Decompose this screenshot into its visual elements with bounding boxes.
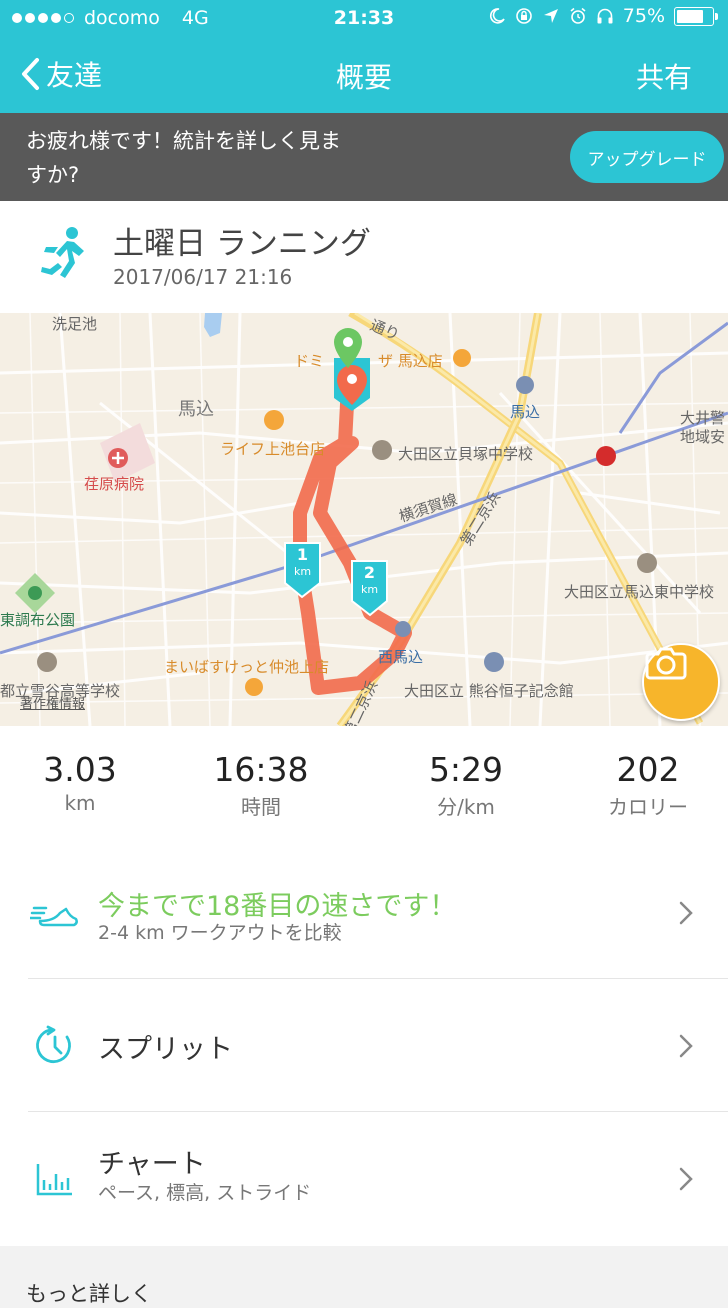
chevron-right-icon xyxy=(679,901,693,925)
battery-percentage: 75% xyxy=(622,5,665,27)
stat-value: 5:29 xyxy=(428,750,504,789)
rotation-lock-icon xyxy=(515,8,532,24)
activity-datetime: 2017/06/17 21:16 xyxy=(113,265,293,289)
upgrade-button[interactable]: アップグレード xyxy=(570,131,724,183)
status-bar: docomo 4G 21:33 75% xyxy=(0,0,728,36)
map-label: ライフ上池台店 xyxy=(220,440,326,458)
map-label: 馬込 xyxy=(178,399,214,420)
map-label: 東調布公園 xyxy=(0,611,76,629)
headphones-icon xyxy=(597,8,613,24)
map-label: 大井警 xyxy=(680,409,726,427)
location-arrow-icon xyxy=(543,9,558,23)
stat-value: 202 xyxy=(616,750,680,789)
stat-pace: 5:29 分/km xyxy=(386,750,546,820)
upgrade-banner: お疲れ様です！統計を詳しく見ますか? アップグレード xyxy=(0,113,728,201)
stopwatch-icon xyxy=(36,1025,71,1063)
running-person-icon xyxy=(41,227,84,278)
stat-unit: 分/km xyxy=(437,795,495,819)
battery-icon xyxy=(674,6,718,26)
finish-pin xyxy=(334,358,370,411)
stat-unit: km xyxy=(64,791,96,815)
km-marker-number: 2 xyxy=(363,563,376,582)
camera-icon xyxy=(645,647,687,680)
upgrade-message: お疲れ様です！統計を詳しく見ますか? xyxy=(26,129,341,187)
moon-icon xyxy=(489,8,505,24)
page-title: 概要 xyxy=(335,61,392,94)
list-item-chart[interactable]: チャート ペース, 標高, ストライド xyxy=(0,1112,728,1245)
bar-chart-icon xyxy=(36,1164,72,1196)
workout-stats: 3.03 km 16:38 時間 5:29 分/km 202 カロリー xyxy=(0,726,728,846)
running-shoe-icon xyxy=(30,906,78,927)
map-label: 大田区立 熊谷恒子記念館 xyxy=(404,682,574,700)
navigation-bar: 友達 概要 共有 xyxy=(0,36,728,113)
map-canvas xyxy=(0,313,728,726)
compare-subtitle: 2-4 km ワークアウトを比較 xyxy=(98,922,342,944)
map-label: 馬込 xyxy=(510,403,541,421)
chart-subtitle: ペース, 標高, ストライド xyxy=(98,1182,312,1204)
stat-value: 16:38 xyxy=(213,750,309,789)
activity-header: 土曜日 ランニング 2017/06/17 21:16 xyxy=(0,201,728,313)
stat-calories: 202 カロリー xyxy=(568,750,728,820)
stat-unit: カロリー xyxy=(608,795,688,819)
chevron-right-icon xyxy=(679,1034,693,1058)
detail-list: 今までで18番目の速さです！ 2-4 km ワークアウトを比較 スプリット チャ… xyxy=(0,846,728,1246)
km-marker-unit: km xyxy=(360,583,379,596)
splits-title: スプリット xyxy=(98,1034,233,1065)
map-label: ドミ xyxy=(294,352,325,370)
activity-title: 土曜日 ランニング xyxy=(113,226,371,262)
alarm-icon xyxy=(570,7,586,24)
km-marker-number: 1 xyxy=(296,545,309,564)
map-label: 大田区立貝塚中学校 xyxy=(398,445,534,463)
share-button[interactable]: 共有 xyxy=(636,56,692,96)
map-label: 地域安 xyxy=(680,428,726,446)
more-section: もっと詳しく xyxy=(0,1246,728,1306)
route-map[interactable]: 洗足池 馬込 荏原病院 ライフ上池台店 大田区立貝塚中学校 横須賀線 第二京浜 … xyxy=(0,313,728,726)
map-label: 大田区立馬込東中学校 xyxy=(564,583,715,601)
stat-duration: 16:38 時間 xyxy=(181,750,341,820)
more-details-label: もっと詳しく xyxy=(26,1282,152,1306)
map-label: ザ 馬込店 xyxy=(378,352,443,370)
stat-value: 3.03 xyxy=(43,750,117,789)
map-label: 洗足池 xyxy=(52,315,98,333)
list-item-compare[interactable]: 今までで18番目の速さです！ 2-4 km ワークアウトを比較 xyxy=(0,846,728,979)
chevron-right-icon xyxy=(679,1167,693,1191)
list-item-splits[interactable]: スプリット xyxy=(0,979,728,1112)
map-copyright-link[interactable]: 著作権情報 xyxy=(20,693,85,712)
stat-unit: 時間 xyxy=(241,795,281,819)
map-label: まいばすけっと仲池上店 xyxy=(164,658,330,676)
km-marker-unit: km xyxy=(293,565,312,578)
chart-title: チャート xyxy=(98,1149,206,1180)
stat-distance: 3.03 km xyxy=(0,750,160,815)
map-label: 西馬込 xyxy=(378,648,424,666)
map-label: 荏原病院 xyxy=(84,475,145,493)
camera-button[interactable] xyxy=(642,643,720,721)
